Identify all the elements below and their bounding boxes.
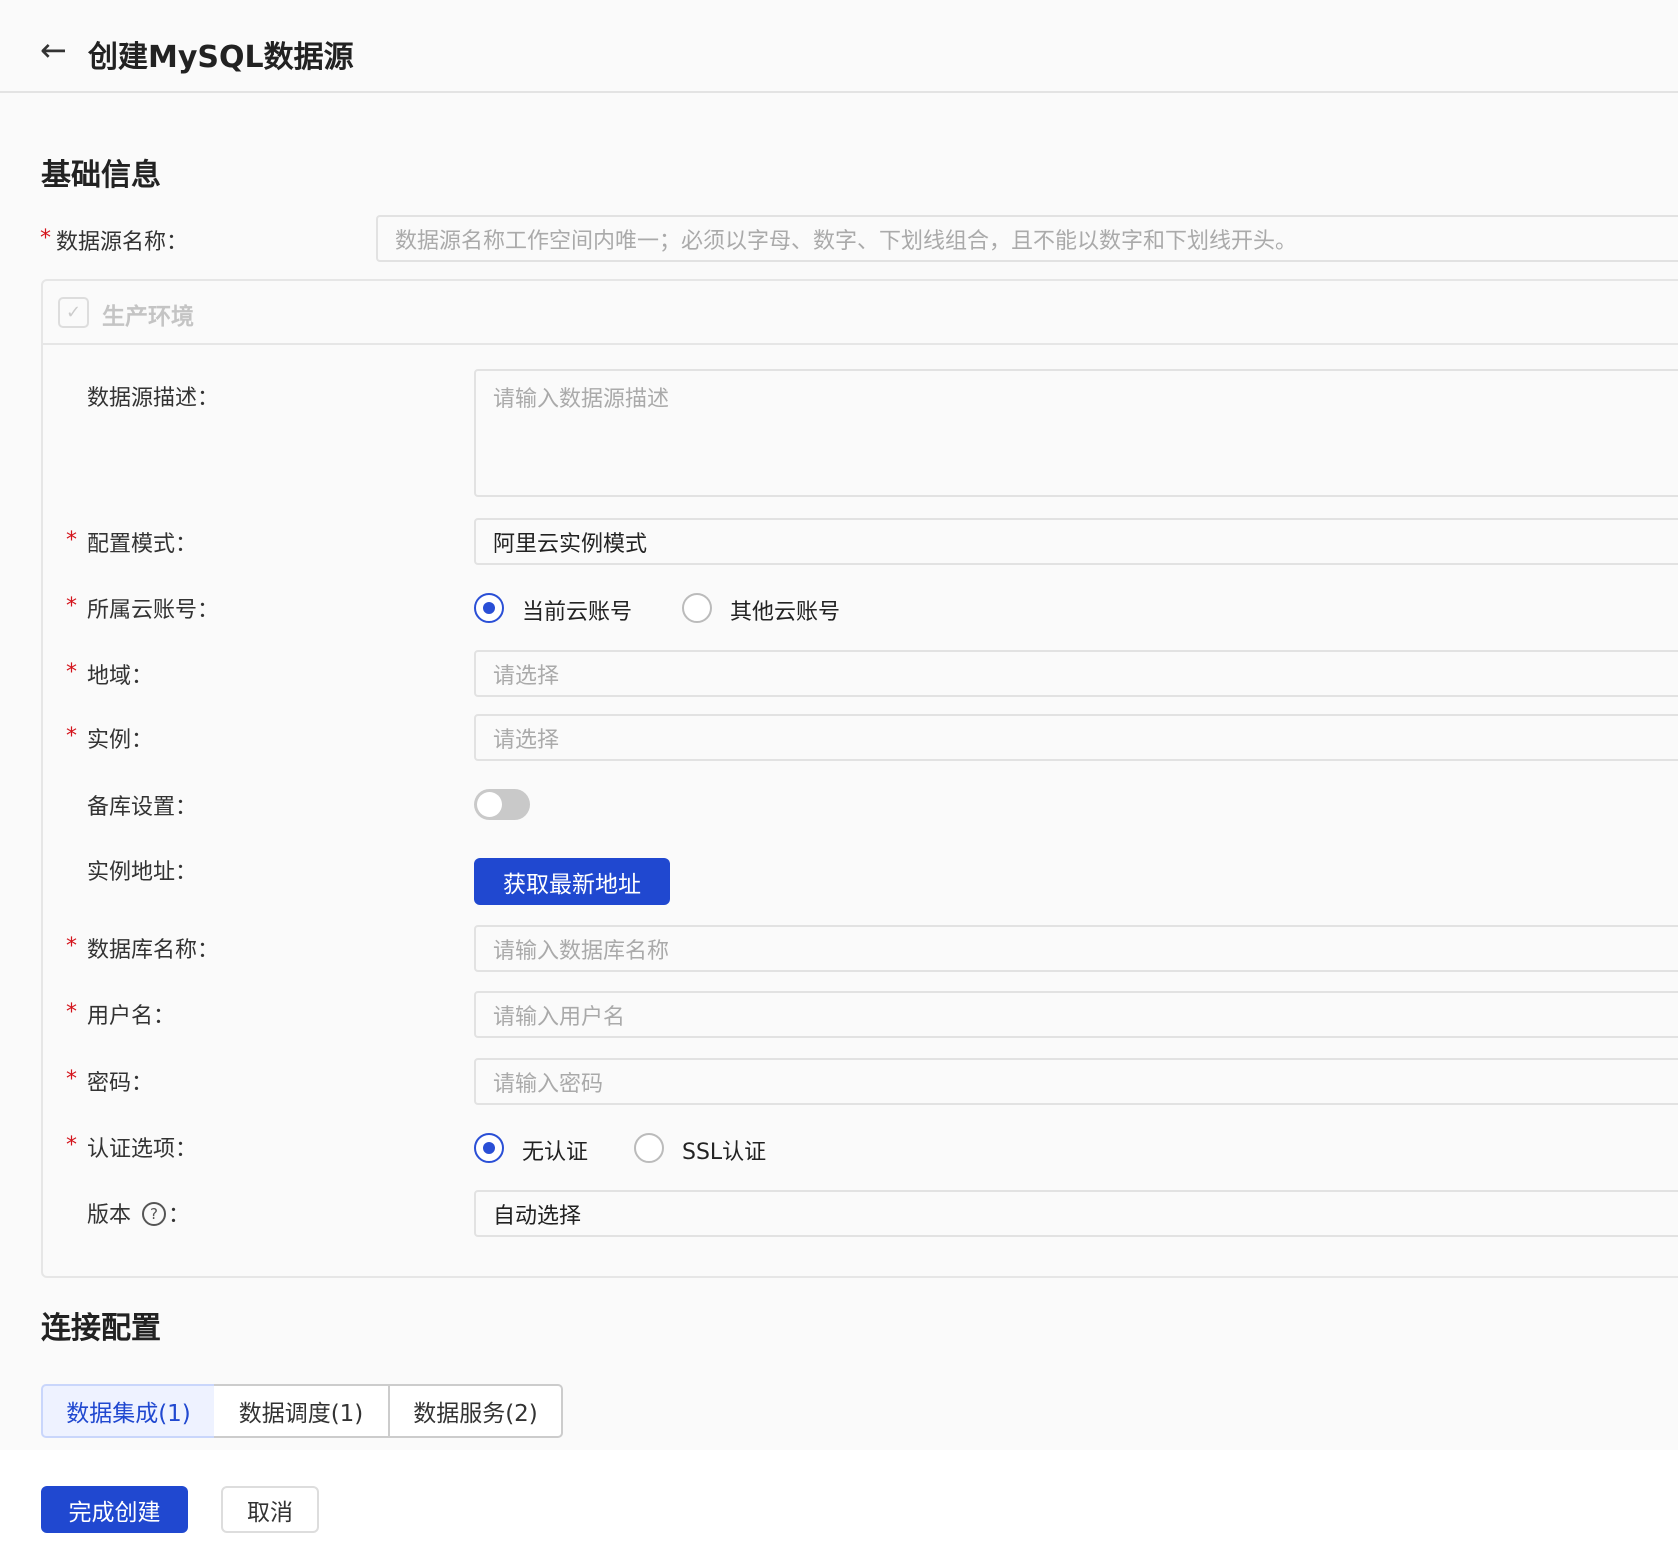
section-title-connection: 连接配置 (41, 1311, 161, 1346)
region-select[interactable]: 请选择 (474, 650, 1678, 697)
back-arrow-icon[interactable]: ← (40, 34, 67, 66)
password-label: 密码： (87, 1071, 154, 1096)
divider (43, 343, 1678, 345)
backup-toggle[interactable] (474, 789, 530, 820)
radio-no-auth[interactable] (474, 1133, 504, 1163)
section-title-basic: 基础信息 (41, 158, 161, 193)
version-select[interactable]: 自动选择 (474, 1190, 1678, 1237)
version-label: 版本 (87, 1203, 132, 1228)
backup-label: 备库设置： (87, 795, 198, 820)
page-header: ← 创建MySQL数据源 (0, 0, 1678, 93)
help-icon[interactable]: ? (142, 1202, 166, 1226)
radio-label: 无认证 (522, 1140, 589, 1165)
radio-current-account[interactable] (474, 593, 504, 623)
required-mark: * (66, 724, 77, 749)
required-mark: * (66, 934, 77, 959)
username-input[interactable]: 请输入用户名 (474, 991, 1678, 1038)
required-mark: * (66, 660, 77, 685)
radio-label: 当前云账号 (522, 600, 633, 625)
submit-button[interactable]: 完成创建 (41, 1486, 188, 1533)
username-label: 用户名： (87, 1004, 176, 1029)
toggle-knob (477, 792, 502, 817)
tab-data-service[interactable]: 数据服务(2) (388, 1384, 563, 1438)
required-mark: * (66, 1000, 77, 1025)
tab-data-integration[interactable]: 数据集成(1) (41, 1384, 216, 1438)
radio-label: 其他云账号 (730, 600, 841, 625)
fetch-address-button[interactable]: 获取最新地址 (474, 858, 670, 905)
datasource-name-input[interactable]: 数据源名称工作空间内唯一；必须以字母、数字、下划线组合，且不能以数字和下划线开头… (376, 215, 1678, 262)
required-mark: * (66, 594, 77, 619)
tab-data-scheduling[interactable]: 数据调度(1) (214, 1384, 390, 1438)
radio-label: SSL认证 (682, 1140, 767, 1165)
radio-other-account[interactable] (682, 593, 712, 623)
account-label: 所属云账号： (87, 598, 220, 623)
password-input[interactable]: 请输入密码 (474, 1058, 1678, 1105)
address-label: 实例地址： (87, 860, 198, 885)
radio-ssl-auth[interactable] (634, 1133, 664, 1163)
production-env-checkbox[interactable]: ✓ (58, 297, 89, 328)
desc-label: 数据源描述： (87, 386, 220, 411)
page-title: 创建MySQL数据源 (88, 40, 354, 75)
config-mode-select[interactable]: 阿里云实例模式 (474, 518, 1678, 565)
required-mark: * (40, 226, 51, 251)
required-mark: * (66, 1067, 77, 1092)
version-colon: ： (168, 1203, 191, 1228)
instance-select[interactable]: 请选择 (474, 714, 1678, 761)
db-name-input[interactable]: 请输入数据库名称 (474, 925, 1678, 972)
description-textarea[interactable]: 请输入数据源描述 (474, 369, 1678, 497)
mode-label: 配置模式： (87, 532, 198, 557)
auth-label: 认证选项： (87, 1137, 198, 1162)
db-name-label: 数据库名称： (87, 938, 220, 963)
required-mark: * (66, 1133, 77, 1158)
instance-label: 实例： (87, 728, 154, 753)
required-mark: * (66, 528, 77, 553)
region-label: 地域： (87, 664, 154, 689)
production-env-label: 生产环境 (102, 304, 194, 330)
name-label: 数据源名称： (56, 230, 189, 255)
cancel-button[interactable]: 取消 (221, 1486, 319, 1533)
